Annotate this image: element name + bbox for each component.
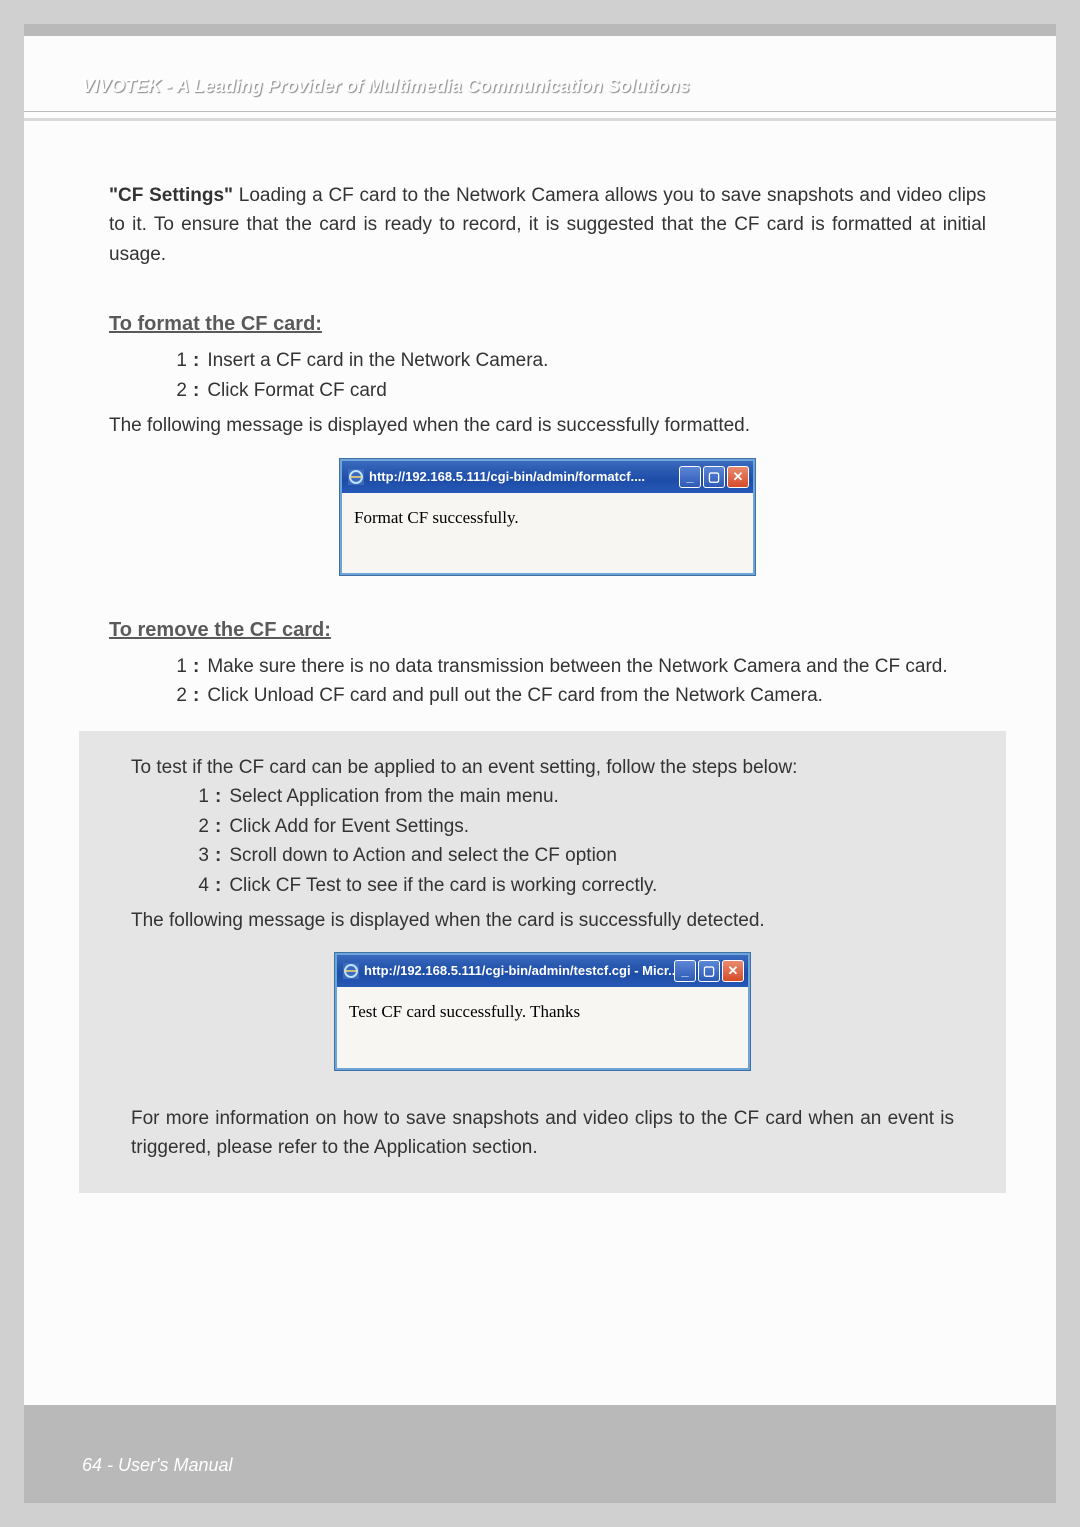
list-item: 2 : Click Add for Event Settings.	[187, 812, 954, 841]
document-page: VIVOTEK - A Leading Provider of Multimed…	[24, 24, 1056, 1503]
step-colon: :	[215, 871, 221, 900]
list-item: 2 : Click Format CF card	[165, 376, 986, 405]
header-tagline: VIVOTEK - A Leading Provider of Multimed…	[24, 36, 1056, 111]
step-text: Click CF Test to see if the card is work…	[229, 871, 954, 900]
test-note-box: To test if the CF card can be applied to…	[79, 731, 1006, 1193]
cf-settings-label: "CF Settings"	[109, 185, 233, 206]
page-inner: VIVOTEK - A Leading Provider of Multimed…	[24, 36, 1056, 1405]
test-intro: To test if the CF card can be applied to…	[131, 753, 954, 782]
test-steps-list: 1 : Select Application from the main men…	[187, 782, 954, 900]
step-number: 1	[165, 652, 187, 681]
step-colon: :	[193, 346, 199, 375]
ie-icon	[343, 963, 359, 979]
step-number: 4	[187, 871, 209, 900]
step-colon: :	[215, 841, 221, 870]
step-colon: :	[215, 782, 221, 811]
minimize-button[interactable]: _	[674, 960, 696, 982]
list-item: 1 : Make sure there is no data transmiss…	[165, 652, 986, 681]
list-item: 4 : Click CF Test to see if the card is …	[187, 871, 954, 900]
step-number: 3	[187, 841, 209, 870]
remove-steps-list: 1 : Make sure there is no data transmiss…	[165, 652, 986, 711]
maximize-button[interactable]: ▢	[698, 960, 720, 982]
dialog-titlebar: http://192.168.5.111/cgi-bin/admin/forma…	[342, 461, 753, 493]
divider	[24, 111, 1056, 112]
maximize-button[interactable]: ▢	[703, 466, 725, 488]
step-text: Click Add for Event Settings.	[229, 812, 954, 841]
step-number: 2	[165, 681, 187, 710]
step-number: 2	[187, 812, 209, 841]
dialog-title: http://192.168.5.111/cgi-bin/admin/testc…	[364, 961, 674, 981]
format-success-text: The following message is displayed when …	[109, 411, 986, 440]
main-content: "CF Settings" Loading a CF card to the N…	[24, 121, 1056, 1213]
step-number: 1	[187, 782, 209, 811]
format-heading: To format the CF card:	[109, 309, 322, 340]
dialog-body: Format CF successfully.	[342, 493, 753, 573]
intro-text: Loading a CF card to the Network Camera …	[109, 185, 986, 265]
list-item: 1 : Select Application from the main men…	[187, 782, 954, 811]
footer-text: 64 - User's Manual	[82, 1455, 233, 1475]
format-steps-list: 1 : Insert a CF card in the Network Came…	[165, 346, 986, 405]
step-number: 1	[165, 346, 187, 375]
list-item: 2 : Click Unload CF card and pull out th…	[165, 681, 986, 710]
remove-heading: To remove the CF card:	[109, 615, 331, 646]
dialog-test: http://192.168.5.111/cgi-bin/admin/testc…	[335, 953, 750, 1069]
list-item: 3 : Scroll down to Action and select the…	[187, 841, 954, 870]
ie-icon	[348, 469, 364, 485]
step-number: 2	[165, 376, 187, 405]
step-text: Insert a CF card in the Network Camera.	[207, 346, 986, 375]
step-colon: :	[215, 812, 221, 841]
step-text: Make sure there is no data transmission …	[207, 652, 986, 681]
format-section: To format the CF card: 1 : Insert a CF c…	[109, 309, 986, 575]
test-success-text: The following message is displayed when …	[131, 906, 954, 935]
step-colon: :	[193, 652, 199, 681]
page-footer: 64 - User's Manual	[24, 1407, 1056, 1503]
intro-paragraph: "CF Settings" Loading a CF card to the N…	[109, 181, 986, 269]
close-button[interactable]: ✕	[722, 960, 744, 982]
dialog-title: http://192.168.5.111/cgi-bin/admin/forma…	[369, 467, 679, 487]
remove-section: To remove the CF card: 1 : Make sure the…	[109, 615, 986, 711]
step-text: Click Unload CF card and pull out the CF…	[207, 681, 986, 710]
dialog-format: http://192.168.5.111/cgi-bin/admin/forma…	[340, 459, 755, 575]
dialog-titlebar: http://192.168.5.111/cgi-bin/admin/testc…	[337, 955, 748, 987]
step-text: Select Application from the main menu.	[229, 782, 954, 811]
dialog-body: Test CF card successfully. Thanks	[337, 987, 748, 1067]
step-colon: :	[193, 376, 199, 405]
window-buttons: _ ▢ ✕	[679, 466, 749, 488]
step-colon: :	[193, 681, 199, 710]
minimize-button[interactable]: _	[679, 466, 701, 488]
list-item: 1 : Insert a CF card in the Network Came…	[165, 346, 986, 375]
step-text: Scroll down to Action and select the CF …	[229, 841, 954, 870]
close-button[interactable]: ✕	[727, 466, 749, 488]
followup-text: For more information on how to save snap…	[131, 1104, 954, 1163]
step-text: Click Format CF card	[207, 376, 986, 405]
window-buttons: _ ▢ ✕	[674, 960, 744, 982]
